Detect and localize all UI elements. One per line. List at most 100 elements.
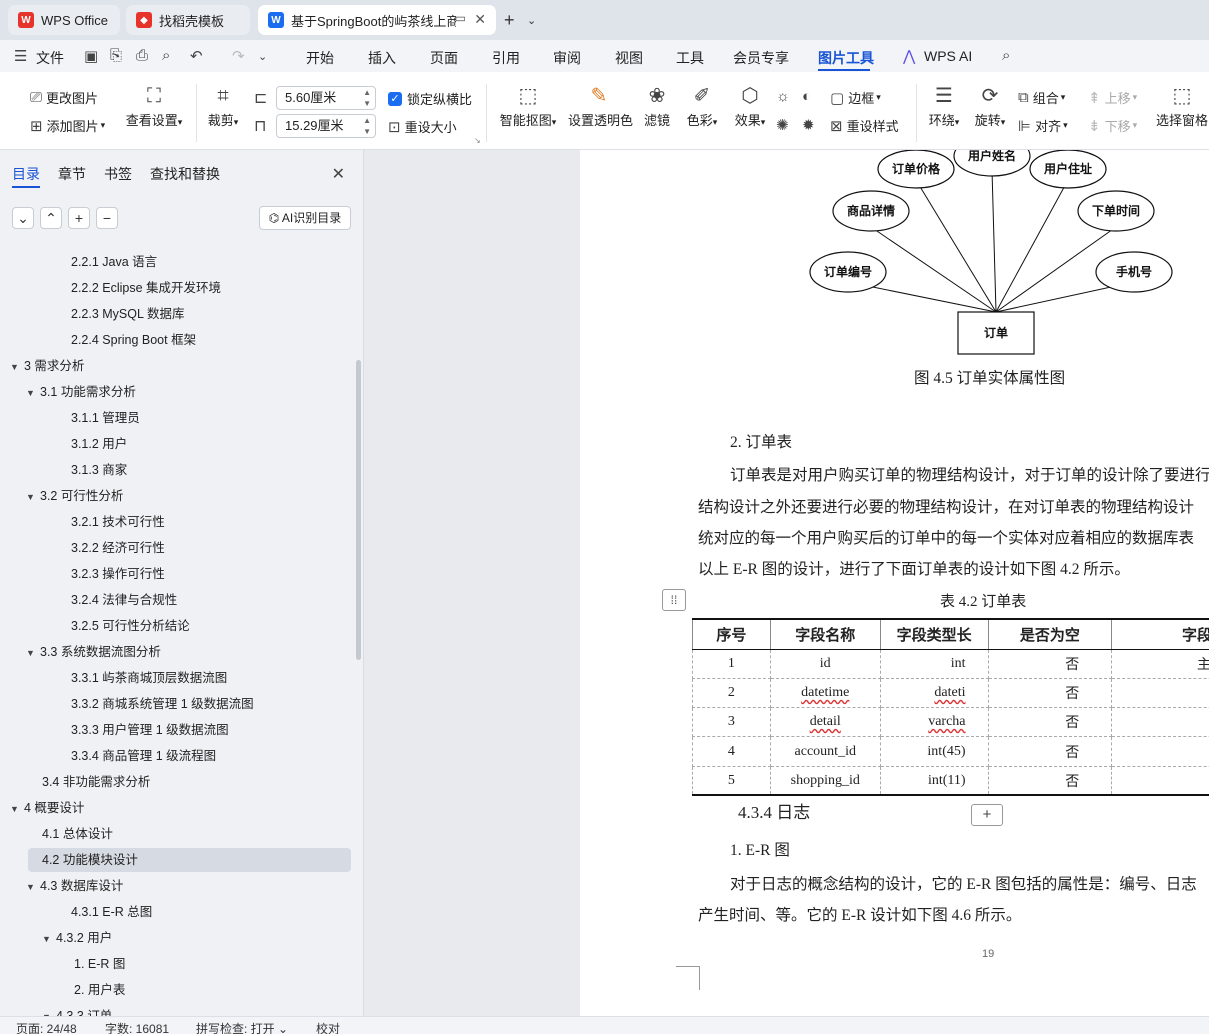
spin-arrows-icon[interactable]: ▲ ▼ [363, 115, 371, 137]
lock-ratio-checkbox[interactable]: ✓ 锁定纵横比 [388, 89, 472, 108]
toc-item[interactable]: 2. 用户表 [74, 978, 125, 1002]
spin-arrows-icon[interactable]: ▲ ▼ [363, 87, 371, 109]
filter-button[interactable]: ❀ 滤镜 [642, 82, 672, 129]
tab-bookmarks[interactable]: 书签 [104, 164, 132, 184]
table-cell[interactable]: 否 [987, 649, 1113, 679]
menu-insert[interactable]: 插入 [368, 48, 396, 68]
reset-style-button[interactable]: ⊠ 重设样式 [830, 116, 899, 135]
dialog-launcher-icon[interactable]: ↘ [474, 136, 481, 145]
view-settings-button[interactable]: ⛶ 查看设置▾ [122, 82, 186, 129]
new-tab-icon[interactable]: + [504, 10, 515, 31]
word-count[interactable]: 字数: 16081 [105, 1020, 169, 1034]
er-diagram-order[interactable]: 订单价格 用户姓名 用户住址 商品详情 下单时间 订单编号 手机号 订单 [580, 150, 1209, 390]
table-cell[interactable]: int(11) [879, 766, 989, 797]
toc-item[interactable]: 3.3.4 商品管理 1 级流程图 [71, 744, 216, 768]
table-row[interactable]: 2datetimedateti否下 [692, 678, 1209, 709]
menu-member[interactable]: 会员专享 [733, 48, 789, 68]
change-image-button[interactable]: ⎚ 更改图片 [30, 88, 98, 107]
toc-item[interactable]: 3.4 非功能需求分析 [42, 770, 150, 794]
menu-tools[interactable]: 工具 [676, 48, 704, 68]
close-icon[interactable]: ✕ [474, 11, 486, 28]
tab-document[interactable]: W 基于SpringBoot的屿茶线上商 ▭ ✕ [258, 5, 496, 35]
toc-item[interactable]: 3.2.5 可行性分析结论 [71, 614, 190, 638]
contrast-down-icon[interactable]: ✹ [802, 116, 815, 134]
expand-triangle-icon[interactable]: ▼ [26, 641, 40, 665]
toc-item[interactable]: 4.1 总体设计 [42, 822, 113, 846]
table-row[interactable]: 1idint否主键 [692, 649, 1209, 679]
toc-item[interactable]: 3.1.1 管理员 [71, 406, 140, 430]
tab-docer[interactable]: ◆ 找稻壳模板 [126, 5, 250, 35]
expand-triangle-icon[interactable]: ▼ [10, 355, 24, 379]
toc-item[interactable]: 2.2.1 Java 语言 [71, 250, 157, 274]
table-cell[interactable]: shopping_id [769, 766, 881, 797]
table-cell[interactable]: account_id [769, 736, 881, 767]
align-button[interactable]: ⊫ 对齐 ▾ [1018, 116, 1068, 135]
sidebar-scrollbar[interactable] [356, 360, 361, 660]
menu-file[interactable]: 文件 [36, 48, 64, 68]
reset-size-button[interactable]: ⊡ 重设大小 [388, 117, 457, 136]
redo-icon[interactable]: ↷ [232, 47, 245, 65]
table-cell[interactable]: 下 [1111, 707, 1209, 738]
chevron-down-icon[interactable]: ⌄ [258, 50, 267, 63]
effect-button[interactable]: ⬡ 效果▾ [730, 82, 770, 129]
rotate-button[interactable]: ⟳ 旋转▾ [970, 82, 1010, 129]
toc-item[interactable]: 3.3.2 商城系统管理 1 级数据流图 [71, 692, 254, 716]
width-input[interactable]: 5.60厘米 ▲ ▼ [276, 86, 376, 110]
table-cell[interactable]: id [769, 649, 881, 679]
remove-heading-button[interactable]: − [96, 207, 118, 229]
table-row[interactable]: 5shopping_idint(11)否商 [692, 766, 1209, 797]
undo-icon[interactable]: ↶ [190, 47, 203, 65]
spell-check-status[interactable]: 拼写检查: 打开 ⌄ [196, 1020, 288, 1034]
chevron-down-icon[interactable]: ⌄ [527, 14, 536, 27]
table-move-handle[interactable]: ⁞⁞ [662, 589, 686, 611]
table-cell[interactable]: datetime [769, 678, 881, 709]
expand-triangle-icon[interactable]: ▼ [26, 381, 40, 405]
menu-wps-ai[interactable]: WPS AI [924, 48, 972, 64]
brightness-icon[interactable]: ☼ [776, 88, 790, 105]
table-cell[interactable]: 否 [987, 707, 1113, 738]
toc-item[interactable]: 4.3.1 E-R 总图 [71, 900, 152, 924]
contrast-icon[interactable]: ◐ [802, 88, 811, 105]
table-cell[interactable]: varcha [879, 707, 989, 738]
toc-item[interactable]: 3.1.3 商家 [71, 458, 127, 482]
toc-item[interactable]: ▼ 3.2 可行性分析 [26, 484, 123, 508]
monitor-icon[interactable]: ▭ [455, 11, 466, 25]
border-button[interactable]: ▢ 边框 ▾ [830, 88, 881, 107]
toc-item[interactable]: 3.2.1 技术可行性 [71, 510, 165, 534]
toc-item[interactable]: 3.2.4 法律与合规性 [71, 588, 177, 612]
expand-triangle-icon[interactable]: ▼ [42, 927, 56, 951]
toc-item[interactable]: ▼4.3.3 订单 [42, 1004, 112, 1016]
move-up-button[interactable]: ⇞ 上移 ▾ [1088, 88, 1137, 107]
toc-item[interactable]: 3.1.2 用户 [71, 432, 127, 456]
menu-start[interactable]: 开始 [306, 48, 334, 68]
tab-toc[interactable]: 目录 [12, 164, 40, 184]
toc-item[interactable]: 3.2.3 操作可行性 [71, 562, 165, 586]
order-table[interactable]: 序号 字段名称 字段类型长 是否为空 字段含 1idint否主键2datetim… [692, 618, 1209, 797]
proofread-button[interactable]: 校对 [316, 1020, 340, 1034]
table-cell[interactable]: 下 [1111, 678, 1209, 709]
toc-item[interactable]: ▼ 3.1 功能需求分析 [26, 380, 136, 404]
expand-triangle-icon[interactable]: ▼ [26, 485, 40, 509]
toc-item[interactable]: 3.3.3 用户管理 1 级数据流图 [71, 718, 229, 742]
table-cell[interactable]: 3 [692, 707, 771, 738]
select-pane-button[interactable]: ⬚ 选择窗格 [1156, 82, 1208, 129]
table-cell[interactable]: detail [769, 707, 881, 738]
table-cell[interactable]: 否 [987, 736, 1113, 767]
print-preview-icon[interactable]: ⌕ [162, 47, 170, 64]
group-button[interactable]: ⧉ 组合 ▾ [1018, 88, 1065, 107]
search-icon[interactable]: ⌕ [1002, 47, 1010, 64]
smart-cutout-button[interactable]: ⬚ 智能抠图▾ [498, 82, 558, 129]
table-cell[interactable]: 2 [692, 678, 771, 709]
crop-button[interactable]: ⌗ 裁剪▾ [206, 82, 240, 129]
toc-item[interactable]: 3.2.2 经济可行性 [71, 536, 165, 560]
ai-toc-button[interactable]: ⌬ AI识别目录 [259, 206, 351, 230]
toc-item[interactable]: ▼ 4.3 数据库设计 [26, 874, 123, 898]
table-cell[interactable]: 账 [1111, 736, 1209, 767]
print-icon[interactable]: ⎙ [136, 47, 148, 64]
menu-review[interactable]: 审阅 [553, 48, 581, 68]
tab-chapters[interactable]: 章节 [58, 164, 86, 184]
menu-page[interactable]: 页面 [430, 48, 458, 68]
table-cell[interactable]: 5 [692, 766, 771, 797]
wrap-button[interactable]: ☰ 环绕▾ [924, 82, 964, 129]
table-cell[interactable]: 主键 [1111, 649, 1209, 679]
